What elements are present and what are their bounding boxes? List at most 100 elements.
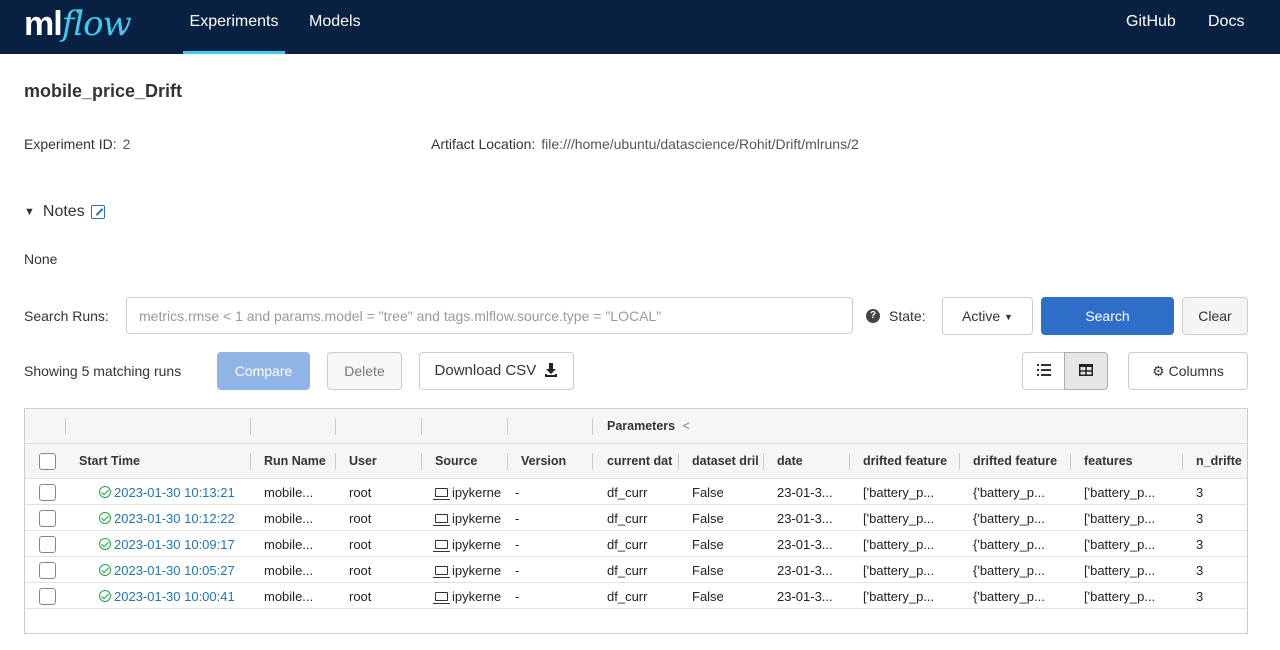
column-separator [250,418,251,435]
column-separator [65,418,66,435]
column-header-source[interactable]: Source [421,444,507,479]
chevron-left-icon[interactable]: < [683,419,690,433]
param-drifted-features-2: {'battery_p... [973,485,1045,500]
help-icon[interactable]: ? [866,309,880,323]
caret-down-icon[interactable]: ▼ [24,206,35,218]
param-features: ['battery_p... [1084,537,1156,552]
column-header-start-time[interactable]: Start Time [65,444,250,479]
select-all-checkbox[interactable] [39,453,56,470]
nav-github[interactable]: GitHub [1126,0,1176,54]
run-version: - [515,485,520,500]
grid-view-button[interactable] [1064,352,1108,390]
run-name[interactable]: mobile... [250,584,335,609]
param-date: 23-01-3... [777,511,833,526]
page-title: mobile_price_Drift [24,81,183,101]
row-checkbox[interactable] [39,484,56,501]
search-button[interactable]: Search [1041,297,1174,335]
param-dataset-drift: False [692,485,724,500]
column-header-drifted-features-2[interactable]: drifted feature [959,444,1070,479]
param-n-drifted: 3 [1196,589,1204,604]
nav-models[interactable]: Models [309,0,361,54]
param-current-dataset: df_curr [607,537,648,552]
param-current-dataset: df_curr [607,589,648,604]
column-header-date[interactable]: date [763,444,849,479]
column-header-drifted-features-1[interactable]: drifted feature [849,444,959,479]
row-checkbox[interactable] [39,510,56,527]
param-date: 23-01-3... [777,563,833,578]
table-row[interactable]: 2023-01-30 10:00:41 mobile... root ipyke… [25,584,1247,609]
nav-experiments[interactable]: Experiments [183,0,285,54]
column-header-run-name[interactable]: Run Name [250,444,335,479]
column-header-n-drifted[interactable]: n_drifte [1182,444,1247,479]
run-start-time-link[interactable]: 2023-01-30 10:00:41 [85,584,250,609]
run-name[interactable]: mobile... [250,506,335,531]
columns-button[interactable]: ⚙ Columns [1128,352,1248,390]
notes-content: None [24,251,58,267]
column-header-current-dataset[interactable]: current dat [593,444,678,479]
laptop-icon [433,514,450,526]
list-view-icon [1036,364,1051,376]
check-circle-icon [99,538,111,550]
artifact-location-label: Artifact Location: [431,136,536,152]
run-version: - [515,537,520,552]
column-separator [507,418,508,435]
param-n-drifted: 3 [1196,537,1204,552]
download-icon [545,363,558,377]
param-n-drifted: 3 [1196,511,1204,526]
active-nav-underline [183,51,285,54]
gear-icon: ⚙ [1152,363,1165,379]
run-name[interactable]: mobile... [250,532,335,557]
column-separator [335,418,336,435]
compare-button[interactable]: Compare [217,352,310,390]
param-features: ['battery_p... [1084,511,1156,526]
param-dataset-drift: False [692,563,724,578]
experiment-id: Experiment ID: 2 [24,136,130,152]
column-header-user[interactable]: User [335,444,421,479]
param-drifted-features-2: {'battery_p... [973,537,1045,552]
notes-section-header[interactable]: ▼ Notes [24,203,105,221]
run-start-time-link[interactable]: 2023-01-30 10:09:17 [85,532,250,557]
column-header-dataset-drift[interactable]: dataset dril [678,444,763,479]
param-drifted-features-1: ['battery_p... [863,563,935,578]
grid-view-icon [1079,364,1093,376]
table-row[interactable]: 2023-01-30 10:12:22 mobile... root ipyke… [25,506,1247,531]
table-row[interactable]: 2023-01-30 10:09:17 mobile... root ipyke… [25,532,1247,557]
mlflow-logo[interactable]: mlflow [24,4,132,48]
param-dataset-drift: False [692,589,724,604]
state-dropdown[interactable]: Active ▼ [942,297,1033,335]
check-circle-icon [99,564,111,576]
check-circle-icon [99,590,111,602]
row-checkbox[interactable] [39,588,56,605]
matching-runs-count: Showing 5 matching runs [24,363,182,379]
table-row[interactable]: 2023-01-30 10:13:21 mobile... root ipyke… [25,480,1247,505]
run-source: ipykerne [421,558,507,583]
column-header-version[interactable]: Version [507,444,592,479]
run-name[interactable]: mobile... [250,558,335,583]
run-name[interactable]: mobile... [250,480,335,505]
experiment-id-value: 2 [122,136,131,152]
row-checkbox[interactable] [39,562,56,579]
row-checkbox[interactable] [39,536,56,553]
run-user: root [349,485,372,500]
experiment-id-label: Experiment ID: [24,136,117,152]
clear-button[interactable]: Clear [1182,297,1248,335]
param-drifted-features-2: {'battery_p... [973,563,1045,578]
delete-button[interactable]: Delete [327,352,402,390]
table-row[interactable]: 2023-01-30 10:05:27 mobile... root ipyke… [25,558,1247,583]
parameters-group-header[interactable]: Parameters < [593,409,753,444]
search-runs-input[interactable] [126,297,853,334]
edit-icon[interactable] [90,205,105,219]
run-user: root [349,537,372,552]
param-drifted-features-1: ['battery_p... [863,537,935,552]
run-start-time-link[interactable]: 2023-01-30 10:13:21 [85,480,250,505]
list-view-button[interactable] [1022,352,1065,390]
download-csv-button[interactable]: Download CSV [419,352,574,390]
run-start-time-link[interactable]: 2023-01-30 10:12:22 [85,506,250,531]
laptop-icon [433,488,450,500]
run-start-time-link[interactable]: 2023-01-30 10:05:27 [85,558,250,583]
run-source: ipykerne [421,480,507,505]
param-drifted-features-2: {'battery_p... [973,589,1045,604]
column-header-features[interactable]: features [1070,444,1182,479]
nav-docs[interactable]: Docs [1208,0,1244,54]
column-separator [421,418,422,435]
